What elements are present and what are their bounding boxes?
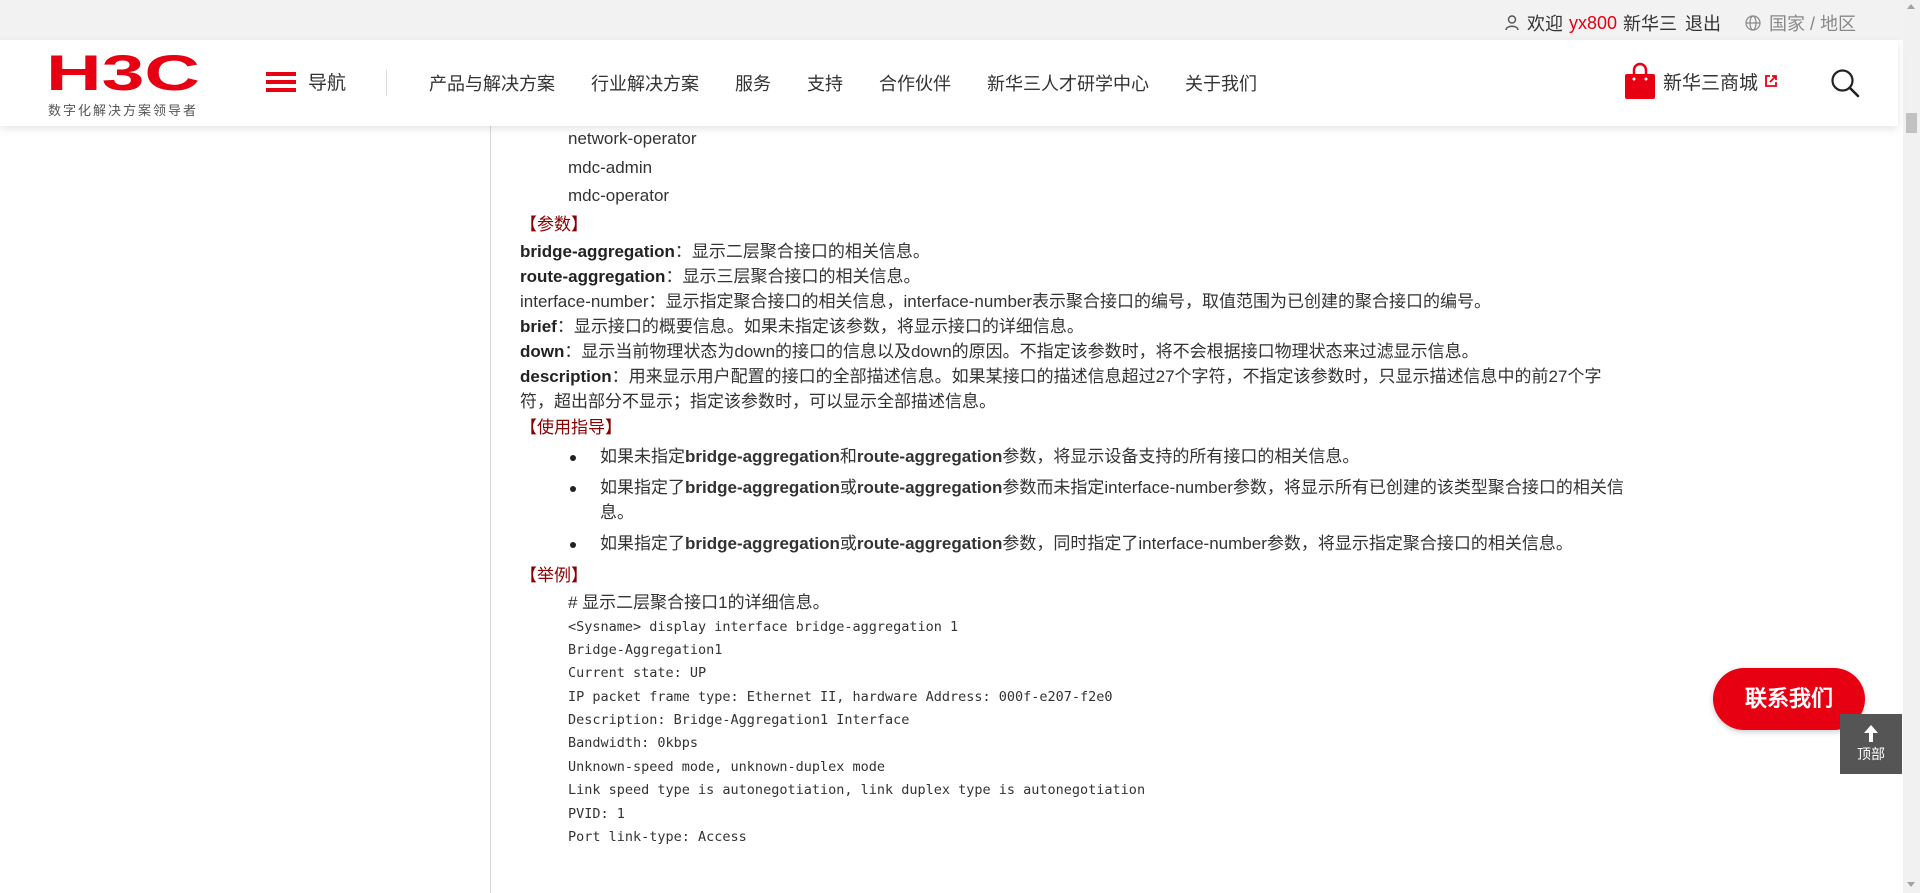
page-scrollbar[interactable] xyxy=(1903,0,1920,893)
param-desc: ：显示接口的概要信息。如果未指定该参数，将显示接口的详细信息。 xyxy=(556,316,1084,336)
scrollbar-thumb[interactable] xyxy=(1906,113,1917,133)
section-heading-example: 【举例】 xyxy=(520,565,588,585)
region-selector[interactable]: 国家 / 地区 xyxy=(1745,10,1856,36)
code-block: <Sysname> display interface bridge-aggre… xyxy=(520,616,1680,850)
code-line: Unknown-speed mode, unknown-duplex mode xyxy=(568,758,885,775)
usage-list: 如果未指定bridge-aggregation和route-aggregatio… xyxy=(520,444,1680,556)
nav-item-partners[interactable]: 合作伙伴 xyxy=(879,70,951,96)
bullet-icon xyxy=(570,485,576,492)
back-to-top-button[interactable]: 顶部 xyxy=(1840,714,1902,774)
role-item: network-operator xyxy=(568,129,697,148)
param-term: route-aggregation xyxy=(520,266,666,286)
content-left-border xyxy=(490,126,491,893)
search-icon[interactable] xyxy=(1830,68,1860,98)
logo-tagline: 数字化解决方案领导者 xyxy=(48,103,199,118)
shopping-bag-icon xyxy=(1625,62,1655,99)
nav-toggle-label: 导航 xyxy=(308,73,347,94)
role-item: mdc-operator xyxy=(568,186,670,205)
param-desc: ：用来显示用户配置的接口的全部描述信息。如果某接口的描述信息超过27个字符，不指… xyxy=(520,366,1602,411)
section-heading-params: 【参数】 xyxy=(520,214,588,234)
param-item: brief：显示接口的概要信息。如果未指定该参数，将显示接口的详细信息。 xyxy=(520,314,1680,339)
usage-text: 参数，将显示设备支持的所有接口的相关信息。 xyxy=(1002,446,1360,466)
code-line: PVID: 1 xyxy=(568,805,625,822)
nav-item-support[interactable]: 支持 xyxy=(807,70,843,96)
usage-text: 参数，同时指定了interface-number参数，将显示指定聚合接口的相关信… xyxy=(1002,533,1573,553)
h3c-logo-mark: H3C xyxy=(46,50,200,94)
usage-term: route-aggregation xyxy=(856,533,1003,553)
param-term: down xyxy=(520,341,565,361)
usage-text: 或 xyxy=(839,477,857,497)
scroll-up-arrow-icon[interactable] xyxy=(1907,4,1915,9)
shop-link[interactable]: 新华三商城 xyxy=(1623,62,1778,100)
usage-text: 如果未指定 xyxy=(600,446,685,466)
external-link-icon xyxy=(1765,75,1777,87)
code-line: Bandwidth: 0kbps xyxy=(568,735,699,752)
bullet-icon xyxy=(570,454,576,461)
nav-item-talent-center[interactable]: 新华三人才研学中心 xyxy=(987,70,1149,96)
usage-item: 如果未指定bridge-aggregation和route-aggregatio… xyxy=(568,444,1680,469)
arrow-up-icon xyxy=(1864,725,1878,742)
bullet-icon xyxy=(570,541,576,548)
code-line: <Sysname> display interface bridge-aggre… xyxy=(568,618,959,635)
usage-text: 如果指定了 xyxy=(600,533,685,553)
usage-term: bridge-aggregation xyxy=(685,446,840,466)
menu-icon xyxy=(266,71,296,92)
param-item: route-aggregation：显示三层聚合接口的相关信息。 xyxy=(520,264,1680,289)
code-line: Port link-type: Access xyxy=(568,829,747,846)
top-utility-bar: 欢迎 yx800 新华三 退出 国家 / 地区 xyxy=(0,0,1920,40)
param-item: interface-number：显示指定聚合接口的相关信息，interface… xyxy=(520,289,1680,314)
usage-term: route-aggregation xyxy=(856,446,1003,466)
scroll-down-arrow-icon[interactable] xyxy=(1907,882,1915,887)
usage-item: 如果指定了bridge-aggregation或route-aggregatio… xyxy=(568,531,1680,556)
param-item: bridge-aggregation：显示二层聚合接口的相关信息。 xyxy=(520,239,1680,264)
param-item: down：显示当前物理状态为down的接口的信息以及down的原因。不指定该参数… xyxy=(520,339,1680,364)
param-desc: ：显示当前物理状态为down的接口的信息以及down的原因。不指定该参数时，将不… xyxy=(564,341,1479,361)
param-desc: ：显示指定聚合接口的相关信息，interface-number表示聚合接口的编号… xyxy=(648,291,1492,311)
code-line: Description: Bridge-Aggregation1 Interfa… xyxy=(568,712,910,729)
globe-icon xyxy=(1745,15,1761,31)
code-line: Link speed type is autonegotiation, link… xyxy=(568,782,1146,799)
region-label: 国家 / 地区 xyxy=(1769,14,1857,34)
usage-text: 如果指定了 xyxy=(600,477,685,497)
param-term: bridge-aggregation xyxy=(520,241,675,261)
doc-content: network-admin network-operator mdc-admin… xyxy=(520,108,1680,849)
welcome-area: 欢迎 yx800 新华三 退出 xyxy=(1505,10,1721,36)
param-term: brief xyxy=(520,316,557,336)
param-item: description：用来显示用户配置的接口的全部描述信息。如果某接口的描述信… xyxy=(520,364,1632,414)
nav-item-service[interactable]: 服务 xyxy=(735,70,771,96)
main-header: H3C 数字化解决方案领导者 导航 产品与解决方案 行业解决方案 服务 支持 合… xyxy=(0,40,1898,126)
nav-toggle-button[interactable]: 导航 xyxy=(266,68,346,95)
nav-item-industry[interactable]: 行业解决方案 xyxy=(591,70,699,96)
usage-term: bridge-aggregation xyxy=(685,533,840,553)
section-heading-usage: 【使用指导】 xyxy=(520,417,622,437)
code-line: IP packet frame type: Ethernet II, hardw… xyxy=(568,688,1113,705)
param-desc: ：显示二层聚合接口的相关信息。 xyxy=(674,241,930,261)
usage-item: 如果指定了bridge-aggregation或route-aggregatio… xyxy=(568,475,1648,525)
param-term: description xyxy=(520,366,612,386)
nav-item-about[interactable]: 关于我们 xyxy=(1185,70,1257,96)
code-line: Current state: UP xyxy=(568,665,707,682)
usage-term: bridge-aggregation xyxy=(685,477,840,497)
param-desc: ：显示三层聚合接口的相关信息。 xyxy=(665,266,921,286)
example-title: # 显示二层聚合接口1的详细信息。 xyxy=(568,592,830,612)
h3c-logo[interactable]: H3C 数字化解决方案领导者 xyxy=(46,50,206,120)
svg-text:H3C: H3C xyxy=(46,50,200,94)
welcome-text: 欢迎 xyxy=(1527,14,1563,34)
user-icon xyxy=(1505,15,1519,31)
back-to-top-label: 顶部 xyxy=(1857,746,1885,762)
shop-label: 新华三商城 xyxy=(1663,72,1759,94)
main-nav: 产品与解决方案 行业解决方案 服务 支持 合作伙伴 新华三人才研学中心 关于我们 xyxy=(429,70,1293,96)
code-line: Bridge-Aggregation1 xyxy=(568,641,723,658)
usage-text: 和 xyxy=(839,446,857,466)
param-list: bridge-aggregation：显示二层聚合接口的相关信息。 route-… xyxy=(520,239,1680,414)
nav-divider xyxy=(386,70,387,96)
param-term: interface-number xyxy=(520,291,649,311)
usage-term: route-aggregation xyxy=(856,477,1003,497)
nav-item-products[interactable]: 产品与解决方案 xyxy=(429,70,555,96)
role-item: mdc-admin xyxy=(568,157,653,177)
org-name: 新华三 xyxy=(1623,14,1678,34)
username-link[interactable]: yx800 xyxy=(1569,13,1617,34)
usage-text: 或 xyxy=(839,533,857,553)
logout-link[interactable]: 退出 xyxy=(1685,10,1721,36)
